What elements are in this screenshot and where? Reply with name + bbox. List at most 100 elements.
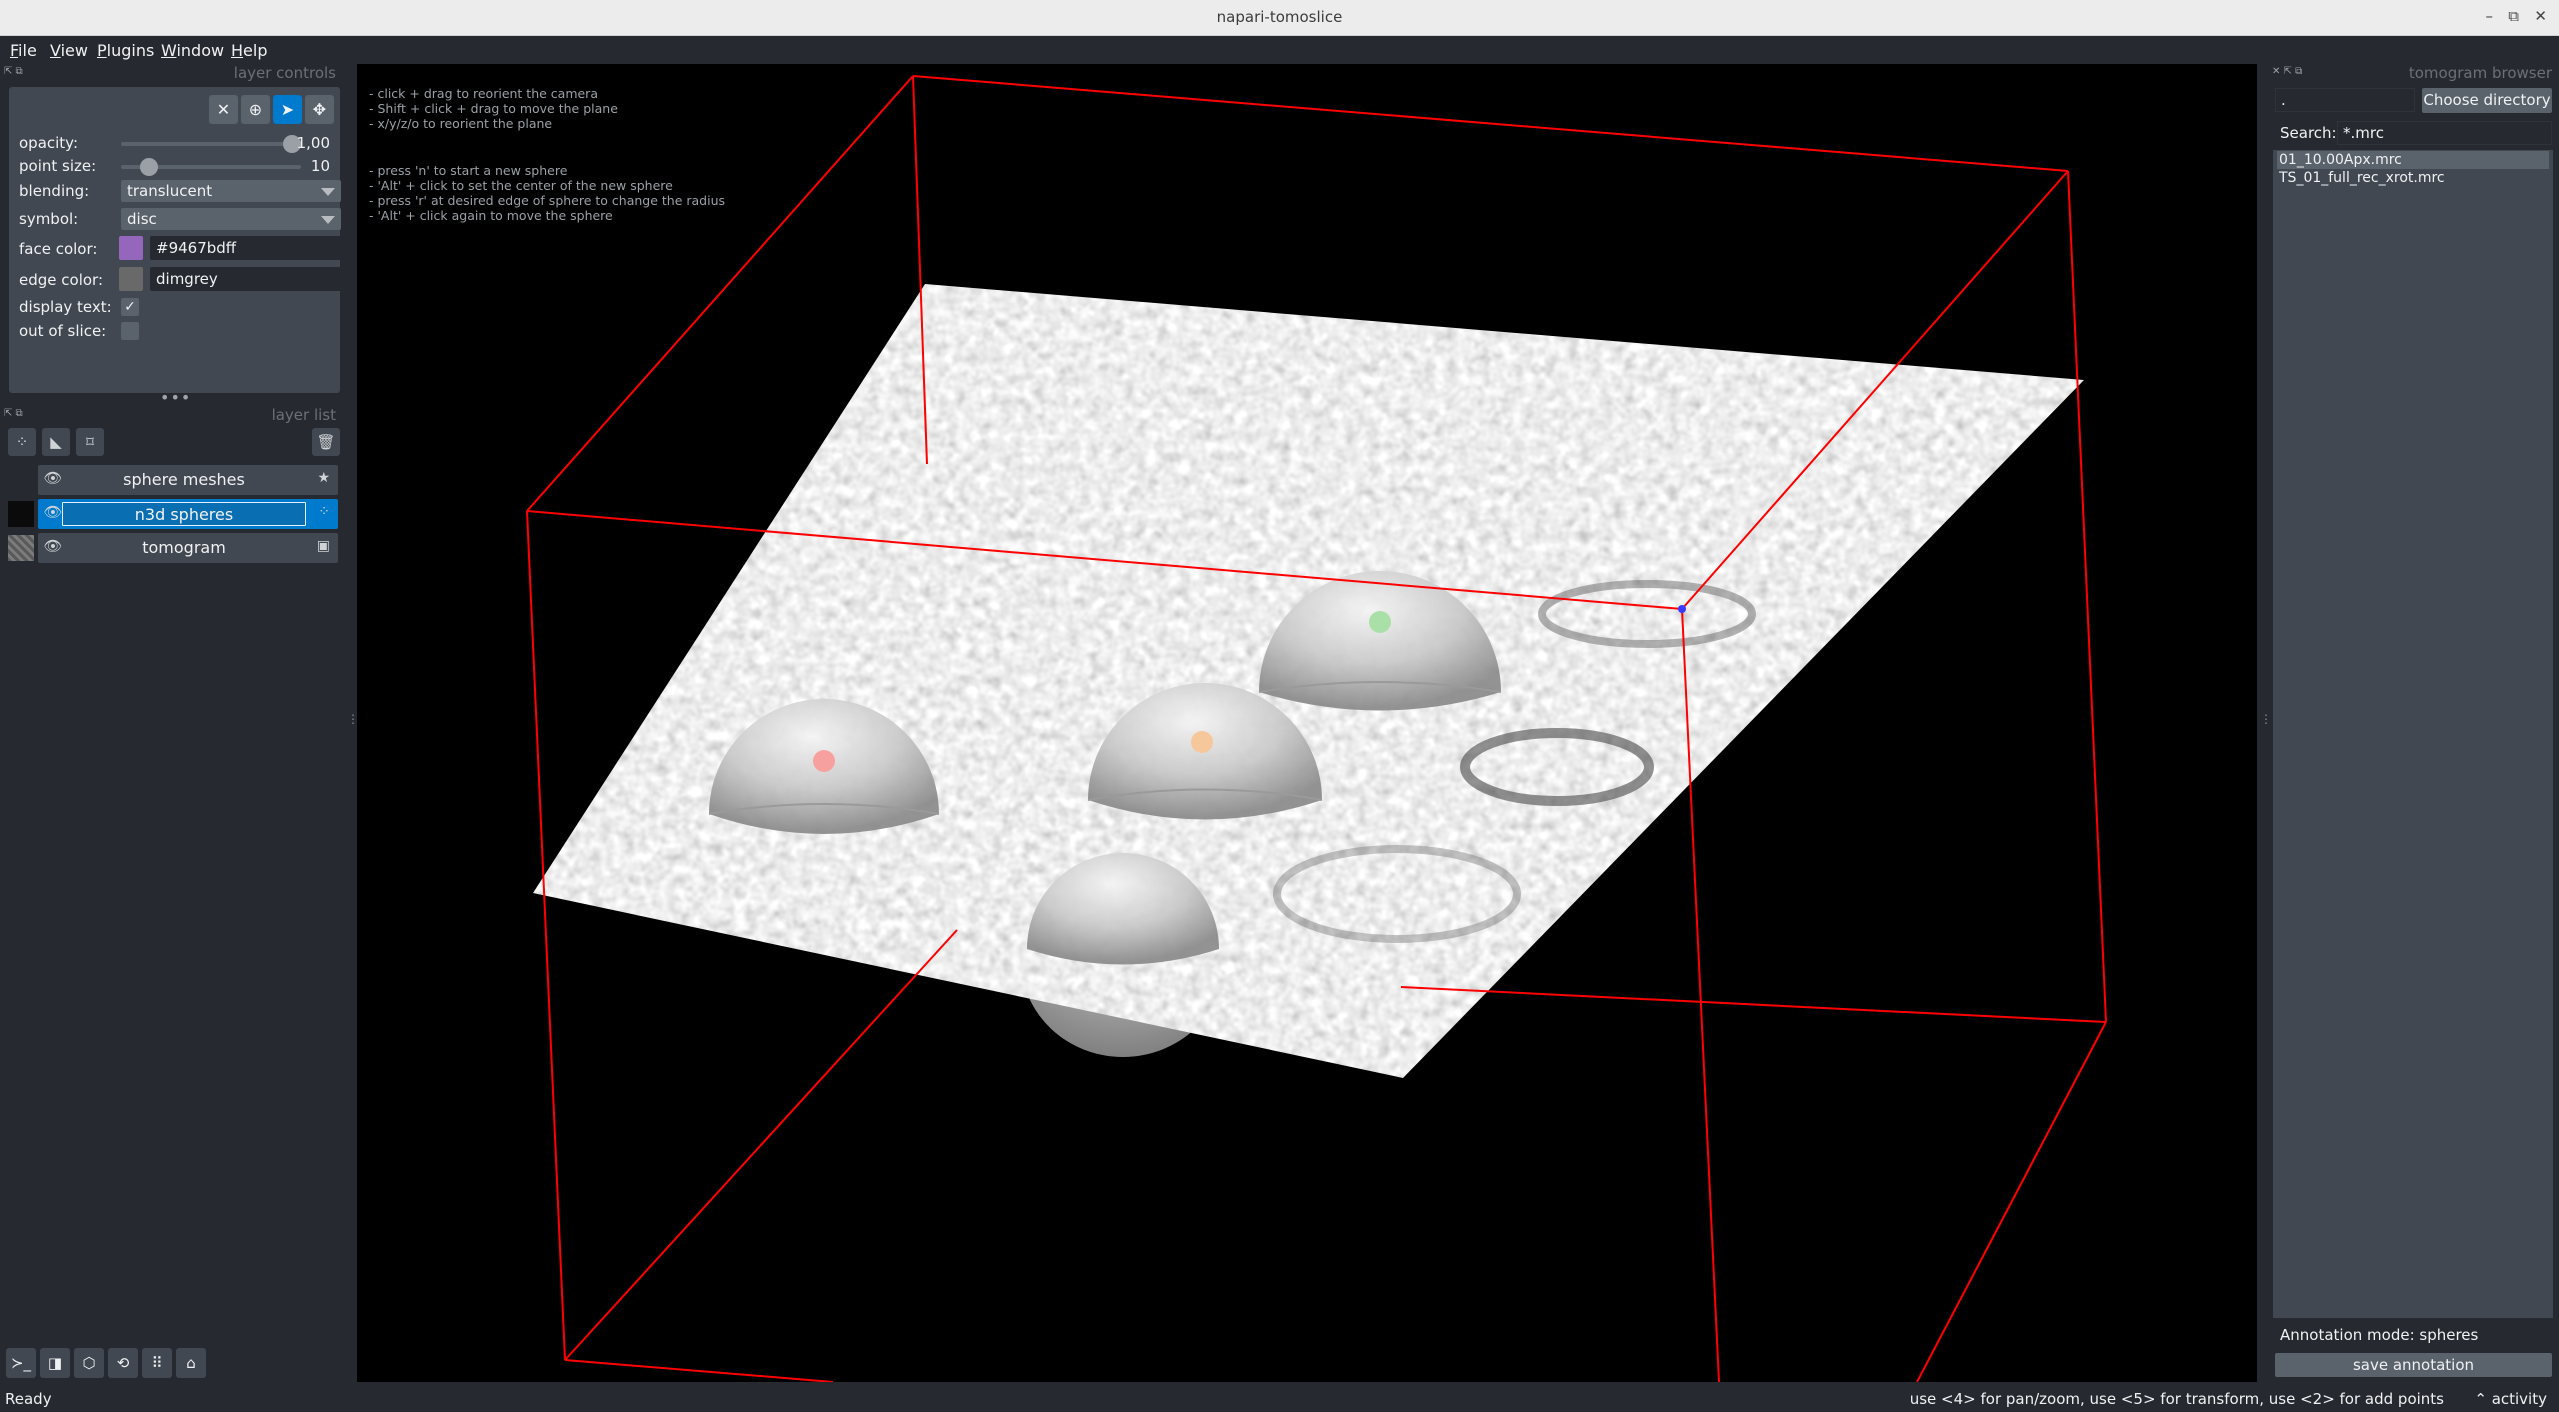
delete-selected-points-button[interactable]: ✕: [209, 95, 238, 124]
edge-color-swatch[interactable]: [119, 267, 143, 291]
left-dock-splitter[interactable]: ⋮: [347, 712, 359, 726]
point-size-slider[interactable]: [121, 158, 301, 176]
layer-row-n3d-spheres[interactable]: 👁 n3d spheres ⁘: [0, 499, 339, 529]
blending-dropdown[interactable]: translucent: [121, 180, 341, 202]
menu-help[interactable]: Help: [231, 41, 267, 60]
delete-layer-button[interactable]: 🗑: [312, 428, 340, 456]
file-list-item[interactable]: 01_10.00Apx.mrc: [2277, 151, 2549, 169]
maximize-icon[interactable]: ⧉: [2508, 7, 2519, 25]
window-title: napari-tomoslice: [1216, 8, 1343, 26]
eye-icon[interactable]: 👁: [42, 537, 64, 555]
help-line: - click + drag to reorient the camera: [369, 86, 598, 101]
layer-list-title: layer list: [271, 406, 336, 424]
help-line: - 'Alt' + click to set the center of the…: [369, 178, 673, 193]
blending-label: blending:: [19, 182, 90, 200]
layer-controls-dock-header: ⇱ ⧉ layer controls: [0, 64, 340, 82]
roll-icon: ⬡: [82, 1354, 96, 1372]
annotation-mode-label: Annotation mode: spheres: [2280, 1326, 2479, 1344]
transpose-button[interactable]: ⟲: [108, 1348, 138, 1378]
point-size-slider-handle[interactable]: [140, 158, 159, 176]
dock-splitter-handle[interactable]: •••: [160, 388, 191, 407]
terminal-icon: ≻_: [10, 1354, 32, 1372]
roll-axes-button[interactable]: ⬡: [74, 1348, 104, 1378]
face-color-label: face color:: [19, 240, 98, 258]
layer-controls-title: layer controls: [233, 64, 336, 82]
console-button[interactable]: ≻_: [6, 1348, 36, 1378]
close-icon: ✕: [216, 100, 231, 119]
viewer-help-text-camera: - click + drag to reorient the camera - …: [369, 86, 618, 131]
layer-name[interactable]: n3d spheres: [62, 502, 306, 526]
point-size-label: point size:: [19, 157, 97, 175]
eye-icon[interactable]: 👁: [42, 469, 64, 487]
new-points-layer-button[interactable]: ⁘: [8, 428, 36, 456]
sphere-center-point[interactable]: [1191, 731, 1213, 753]
menu-view[interactable]: View: [50, 41, 88, 60]
add-icon: ⊕: [248, 100, 263, 119]
choose-directory-button[interactable]: Choose directory: [2422, 88, 2552, 113]
file-list-item[interactable]: TS_01_full_rec_xrot.mrc: [2277, 169, 2549, 187]
layer-thumbnail: [8, 501, 34, 527]
minimize-icon[interactable]: –: [2486, 7, 2494, 25]
chevron-down-icon: [321, 188, 335, 196]
shapes-icon: ◣: [50, 433, 62, 451]
out-of-slice-label: out of slice:: [19, 322, 107, 340]
activity-button[interactable]: ⌃ activity: [2474, 1390, 2547, 1408]
symbol-dropdown[interactable]: disc: [121, 208, 341, 230]
directory-input[interactable]: .: [2275, 88, 2415, 112]
home-button[interactable]: ⌂: [176, 1348, 206, 1378]
chevron-down-icon: [321, 216, 335, 224]
search-input[interactable]: *.mrc: [2337, 121, 2552, 145]
sphere-center-point[interactable]: [1369, 611, 1391, 633]
save-annotation-button[interactable]: save annotation: [2275, 1353, 2552, 1377]
viewer-help-text-spheres: - press 'n' to start a new sphere - 'Alt…: [369, 163, 725, 223]
layer-name[interactable]: sphere meshes: [62, 468, 306, 492]
layer-thumbnail: [8, 467, 34, 493]
tomogram-file-list[interactable]: 01_10.00Apx.mrc TS_01_full_rec_xrot.mrc: [2273, 150, 2553, 1318]
layer-name[interactable]: tomogram: [62, 536, 306, 560]
dock-float-icon[interactable]: ⇱ ⧉: [4, 66, 23, 77]
menu-file[interactable]: File: [10, 41, 37, 60]
symbol-value: disc: [127, 210, 157, 228]
dock-close-float-icon[interactable]: ✕ ⇱ ⧉: [2272, 66, 2302, 77]
eye-icon[interactable]: 👁: [42, 503, 64, 521]
edge-color-input[interactable]: dimgrey: [150, 267, 341, 291]
layer-controls-panel: ✕ ⊕ ➤ ✥ opacity: 1,00 point size: 10 ble…: [9, 87, 341, 393]
face-color-input[interactable]: #9467bdff: [150, 236, 341, 260]
points-layer-icon: ⁘: [318, 504, 330, 520]
layer-row-sphere-meshes[interactable]: 👁 sphere meshes ★: [0, 465, 339, 495]
menu-plugins[interactable]: Plugins: [97, 41, 154, 60]
ndisplay-button[interactable]: ◨: [40, 1348, 70, 1378]
dock-float-icon[interactable]: ⇱ ⧉: [4, 408, 23, 419]
points-icon: ⁘: [15, 433, 29, 451]
menu-window[interactable]: Window: [161, 41, 224, 60]
help-line: - Shift + click + drag to move the plane: [369, 101, 618, 116]
display-text-checkbox[interactable]: ✓: [121, 298, 139, 316]
grid-button[interactable]: ⠿: [142, 1348, 172, 1378]
out-of-slice-checkbox[interactable]: [121, 322, 139, 340]
transpose-icon: ⟲: [116, 1354, 130, 1372]
help-line: - press 'n' to start a new sphere: [369, 163, 568, 178]
opacity-slider[interactable]: [121, 135, 301, 153]
edge-color-label: edge color:: [19, 271, 103, 289]
new-shapes-layer-button[interactable]: ◣: [42, 428, 70, 456]
help-line: - press 'r' at desired edge of sphere to…: [369, 193, 726, 208]
viewer-canvas[interactable]: - click + drag to reorient the camera - …: [357, 64, 2257, 1382]
right-dock-splitter[interactable]: ⋮: [2260, 712, 2272, 726]
close-icon[interactable]: ✕: [2534, 7, 2547, 25]
status-help-text: use <4> for pan/zoom, use <5> for transf…: [1909, 1390, 2444, 1408]
window-titlebar: napari-tomoslice – ⧉ ✕: [0, 0, 2559, 36]
image-layer-icon: ▣: [316, 538, 330, 554]
new-labels-layer-button[interactable]: ⌑: [76, 428, 104, 456]
symbol-label: symbol:: [19, 210, 79, 228]
layer-thumbnail: [8, 535, 34, 561]
add-points-button[interactable]: ⊕: [241, 95, 270, 124]
pan-zoom-button[interactable]: ✥: [305, 95, 334, 124]
select-points-button[interactable]: ➤: [273, 95, 302, 124]
sphere-center-point[interactable]: [813, 750, 835, 772]
status-text: Ready: [5, 1390, 52, 1408]
face-color-swatch[interactable]: [119, 236, 143, 260]
layer-row-tomogram[interactable]: 👁 tomogram ▣: [0, 533, 339, 563]
trash-icon: 🗑: [316, 433, 336, 451]
select-arrow-icon: ➤: [280, 100, 295, 119]
scene-3d[interactable]: [357, 64, 2257, 1382]
